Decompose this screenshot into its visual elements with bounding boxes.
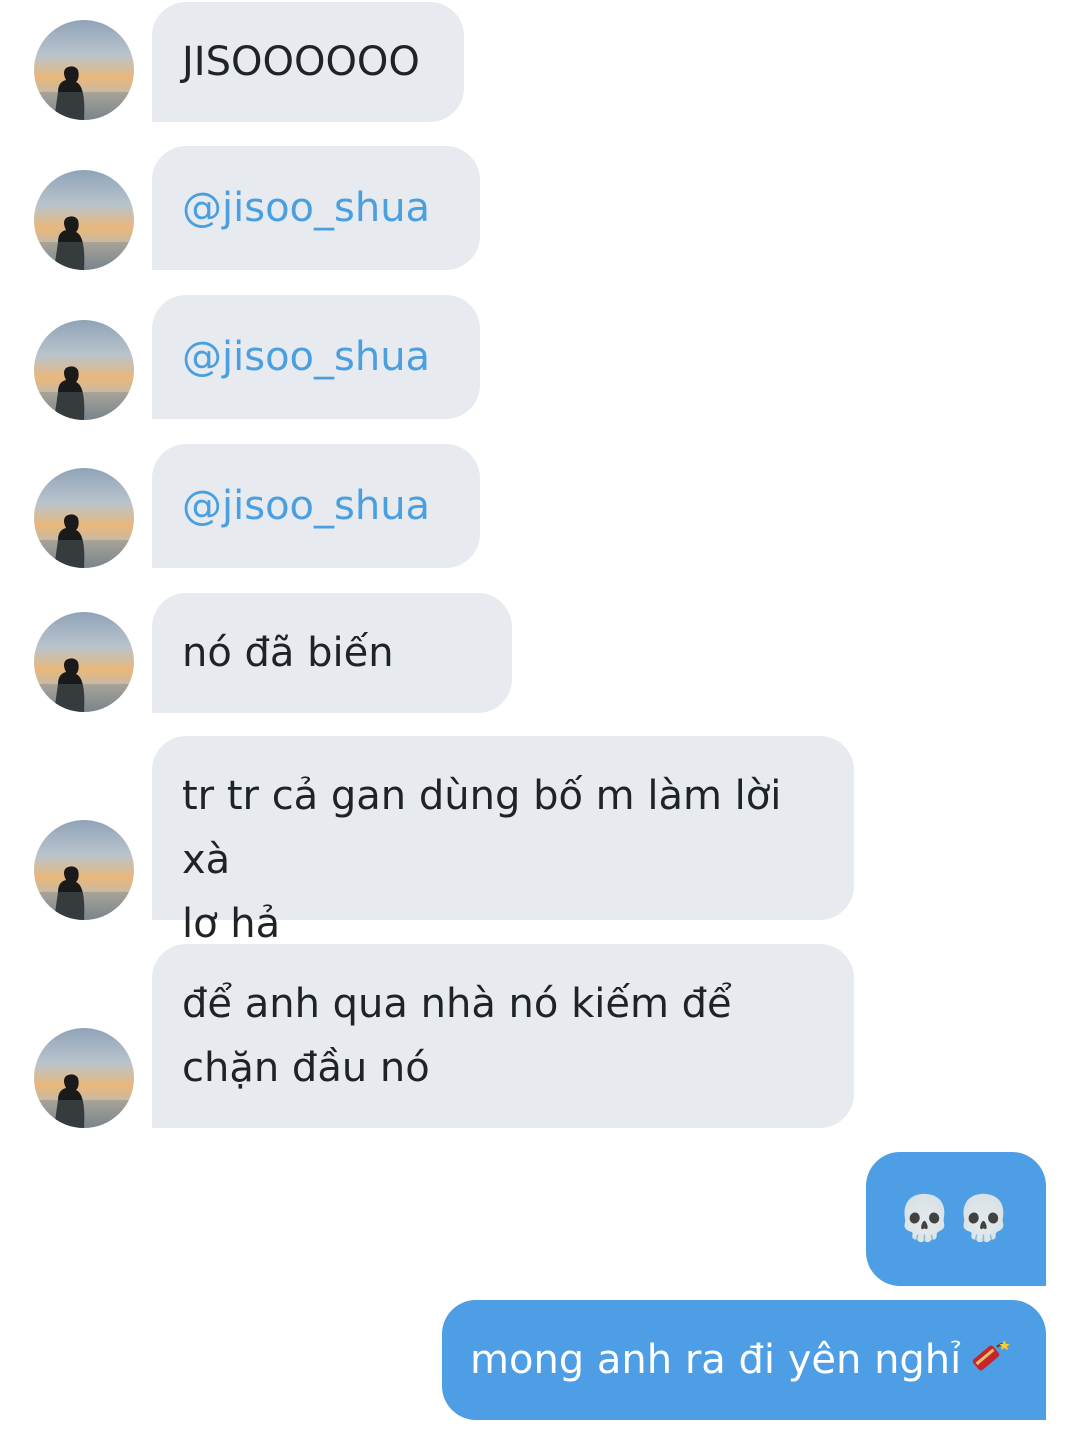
message-line: tr tr cả gan dùng bố m làm lời xà xyxy=(182,773,782,883)
message-bubble-outgoing[interactable]: mong anh ra đi yên nghỉ xyxy=(442,1300,1046,1420)
message-bubble-outgoing[interactable]: 💀💀 xyxy=(866,1152,1046,1286)
message-bubble-incoming[interactable]: tr tr cả gan dùng bố m làm lời xà lơ hả xyxy=(152,736,854,947)
mention-link[interactable]: @jisoo_shua xyxy=(152,444,480,568)
message-line: chặn đầu nó xyxy=(182,1045,430,1091)
message-bubble-incoming[interactable]: để anh qua nhà nó kiếm để chặn đầu nó xyxy=(152,944,854,1128)
mention-link[interactable]: @jisoo_shua xyxy=(152,295,480,419)
firecracker-icon xyxy=(967,1335,1011,1379)
contact-avatar[interactable] xyxy=(34,820,134,920)
contact-avatar[interactable] xyxy=(34,320,134,420)
message-line: để anh qua nhà nó kiếm để xyxy=(182,981,732,1027)
message-bubble-incoming[interactable]: JISOOOOOO xyxy=(152,2,464,122)
contact-avatar[interactable] xyxy=(34,612,134,712)
contact-avatar[interactable] xyxy=(34,468,134,568)
contact-avatar[interactable] xyxy=(34,20,134,120)
message-thread: JISOOOOOO @jisoo_shua @jisoo_shua @jisoo… xyxy=(0,0,1080,1433)
contact-avatar[interactable] xyxy=(34,1028,134,1128)
mention-link[interactable]: @jisoo_shua xyxy=(152,146,480,270)
contact-avatar[interactable] xyxy=(34,170,134,270)
skull-emoji-icon: 💀💀 xyxy=(897,1193,1015,1244)
message-bubble-incoming[interactable]: nó đã biến mất xyxy=(152,593,512,796)
message-text: mong anh ra đi yên nghỉ xyxy=(470,1337,962,1383)
